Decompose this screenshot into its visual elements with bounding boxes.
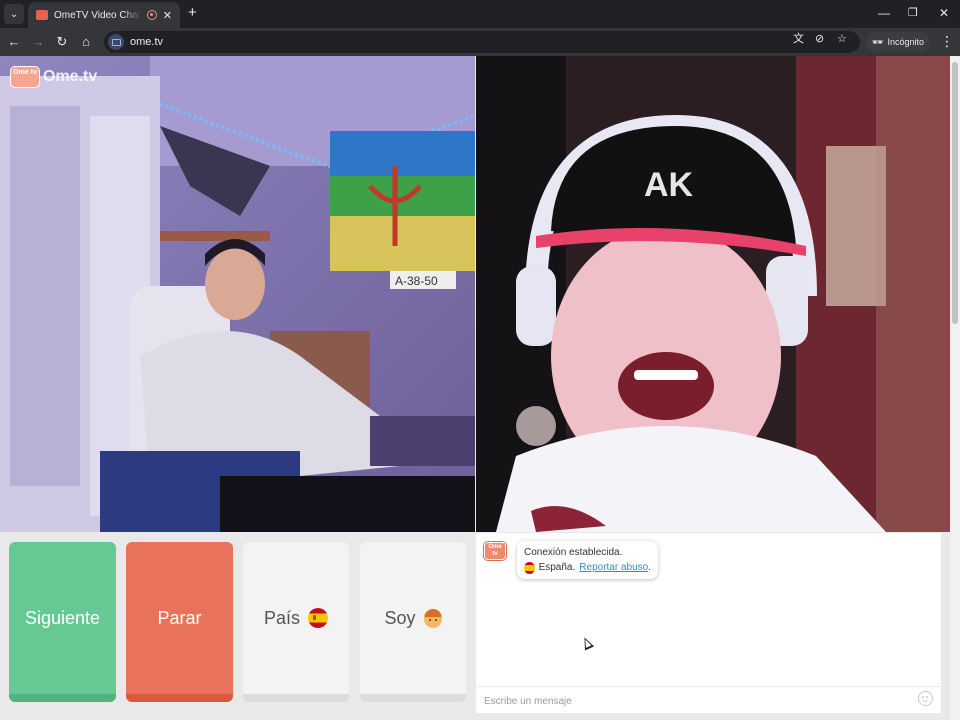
stop-button[interactable]: Parar [126, 542, 233, 702]
gender-selector-label: Soy [384, 607, 416, 628]
spain-flag-icon [308, 608, 329, 628]
ometv-page: A-38-50 Ome tv Ome.tv AK Siguiente Parar… [0, 56, 950, 720]
system-message: Conexión establecida. España. Reportar a… [517, 541, 658, 579]
favicon-icon [36, 10, 48, 20]
eye-off-icon[interactable]: ⊘ [815, 32, 824, 46]
page-scrollbar[interactable] [950, 56, 960, 720]
site-info-icon[interactable] [108, 34, 124, 50]
ometv-logo-icon: Ome tv [10, 66, 40, 88]
country-selector-label: País [263, 607, 301, 628]
ometv-avatar: Ome tv [484, 542, 506, 560]
chat-panel: Ome tv Conexión establecida. España. Rep… [476, 533, 941, 711]
window-close-icon[interactable]: ✕ [939, 6, 949, 20]
tab-search-icon[interactable]: ⌄ [4, 4, 24, 24]
scrollbar-thumb[interactable] [952, 62, 958, 324]
ometv-logo: Ome tv Ome.tv [10, 66, 97, 88]
partner-country-row: España. Reportar abuso. [524, 560, 651, 575]
svg-text:A-38-50: A-38-50 [395, 274, 438, 288]
reload-icon[interactable]: ↻ [54, 34, 70, 50]
stop-button-label: Parar [157, 607, 202, 628]
maximize-icon[interactable]: ❐ [908, 6, 918, 20]
local-video-frame: A-38-50 [0, 56, 475, 532]
local-video: A-38-50 Ome tv Ome.tv [0, 56, 475, 532]
star-icon[interactable]: ☆ [837, 32, 847, 46]
emoji-icon[interactable] [918, 691, 933, 706]
home-icon[interactable]: ⌂ [78, 34, 94, 50]
spain-flag-icon [524, 561, 535, 574]
minimize-icon[interactable]: — [878, 6, 890, 20]
face-icon [423, 608, 442, 628]
recording-icon [146, 10, 157, 20]
svg-text:AK: AK [644, 166, 694, 204]
menu-icon[interactable]: ⋮ [940, 33, 954, 49]
country-selector[interactable]: País [243, 542, 349, 702]
tab-strip: ⌄ OmeTV Video Chat — Omegle alternative … [0, 0, 960, 28]
browser-tab[interactable]: OmeTV Video Chat — Omegle alternative ✕ [28, 2, 180, 28]
gender-selector[interactable]: Soy [360, 542, 466, 702]
url-text[interactable]: ome.tv [130, 36, 163, 48]
translate-icon[interactable]: 文 [793, 32, 804, 46]
tab-title: OmeTV Video Chat — Omegle alternative [54, 9, 141, 21]
connection-status: Conexión establecida. [524, 545, 651, 560]
next-button[interactable]: Siguiente [9, 542, 116, 702]
incognito-icon: 🕶 [872, 36, 884, 47]
browser-toolbar: ← → ↻ ⌂ ome.tv 文 ⊘ ☆ 🕶 Incógnito ⋮ [0, 28, 960, 56]
next-button-label: Siguiente [24, 607, 101, 628]
new-tab-icon[interactable]: + [188, 5, 197, 21]
forward-icon[interactable]: → [30, 34, 46, 50]
incognito-badge[interactable]: 🕶 Incógnito [866, 32, 930, 52]
report-suffix: . [648, 562, 651, 573]
report-abuse-link[interactable]: Reportar abuso [579, 562, 648, 573]
remote-video: AK [476, 56, 950, 532]
close-icon[interactable]: ✕ [163, 9, 172, 22]
incognito-label: Incógnito [887, 37, 924, 47]
partner-country: España. [538, 562, 576, 573]
message-input[interactable] [482, 691, 906, 711]
back-icon[interactable]: ← [6, 34, 22, 50]
address-bar[interactable]: ome.tv [104, 31, 860, 53]
remote-video-frame: AK [476, 56, 950, 532]
message-bar [476, 686, 941, 713]
ometv-logo-text: Ome.tv [43, 68, 98, 85]
connection-status-text: Conexión establecida. [524, 547, 623, 558]
